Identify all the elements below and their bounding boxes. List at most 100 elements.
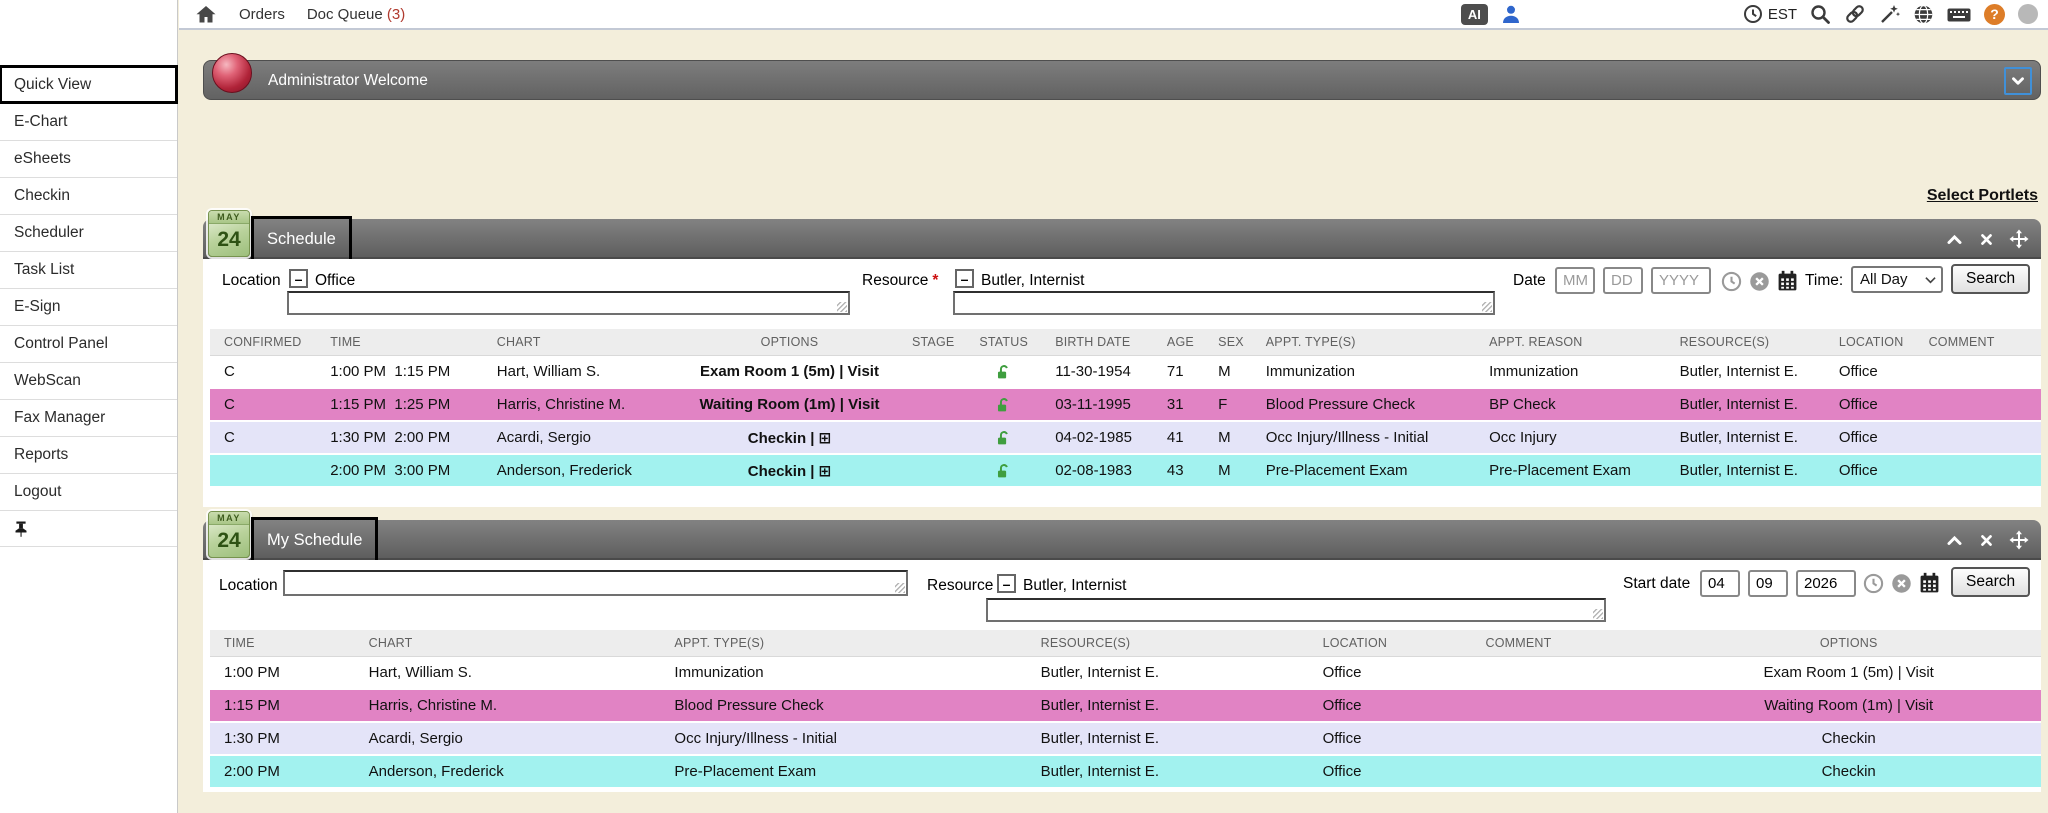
cell-options[interactable]: Checkin — [1656, 730, 2041, 747]
col-appt-types: APPT. TYPE(S) — [660, 636, 1026, 650]
unlocked-icon — [995, 429, 1012, 447]
my-schedule-search-button[interactable]: Search — [1951, 567, 2030, 597]
clock-icon[interactable] — [1743, 4, 1763, 24]
unlocked-icon — [995, 363, 1012, 381]
user-icon[interactable] — [1501, 4, 1521, 24]
date-day-input[interactable] — [1603, 267, 1643, 294]
table-row[interactable]: 1:15 PMHarris, Christine M.Blood Pressur… — [210, 690, 2041, 723]
location-input[interactable] — [283, 570, 908, 596]
sidebar-item-fax-manager[interactable]: Fax Manager — [0, 399, 177, 436]
start-date-day-input[interactable] — [1748, 570, 1788, 597]
schedule-search-button[interactable]: Search — [1951, 264, 2030, 294]
collapse-portlet-icon[interactable] — [1945, 230, 1964, 249]
cell-options[interactable]: Exam Room 1 (5m) | Visit — [679, 363, 901, 380]
cell-chart: Acardi, Sergio — [355, 730, 661, 747]
welcome-collapse-button[interactable] — [2004, 67, 2032, 95]
chevron-down-icon — [2009, 72, 2027, 90]
time-picker-icon[interactable] — [1863, 573, 1884, 594]
sidebar-pin-button[interactable] — [0, 510, 177, 547]
resource-input[interactable] — [953, 291, 1495, 315]
clear-date-icon[interactable] — [1891, 573, 1912, 594]
sidebar-item-checkin[interactable]: Checkin — [0, 177, 177, 214]
time-picker-icon[interactable] — [1721, 271, 1742, 292]
sidebar-item-scheduler[interactable]: Scheduler — [0, 214, 177, 251]
keyboard-icon[interactable] — [1947, 5, 1971, 23]
schedule-portlet-title[interactable]: Schedule — [251, 216, 352, 262]
my-schedule-portlet-title[interactable]: My Schedule — [251, 517, 378, 563]
help-icon[interactable]: ? — [1984, 4, 2005, 25]
nav-orders[interactable]: Orders — [239, 6, 285, 23]
sidebar-item-quick-view[interactable]: Quick View — [0, 66, 177, 103]
doc-queue-count: (3) — [387, 6, 405, 23]
location-input[interactable] — [287, 291, 850, 315]
time-select[interactable]: All Day — [1851, 266, 1943, 293]
cell-options[interactable]: Waiting Room (1m) | Visit — [679, 396, 901, 413]
cell-appt-reason: Occ Injury — [1475, 429, 1665, 446]
table-row[interactable]: 1:30 PMAcardi, SergioOcc Injury/Illness … — [210, 723, 2041, 756]
sidebar-item-e-sign[interactable]: E-Sign — [0, 288, 177, 325]
move-portlet-icon[interactable] — [2009, 530, 2029, 550]
doc-queue-label: Doc Queue — [307, 6, 383, 23]
ai-badge[interactable]: AI — [1461, 4, 1488, 25]
move-portlet-icon[interactable] — [2009, 229, 2029, 249]
cell-location: Office — [1825, 396, 1915, 413]
nav-doc-queue[interactable]: Doc Queue (3) — [307, 6, 405, 23]
resource-collapse-button[interactable]: – — [955, 269, 974, 288]
table-row[interactable]: 1:00 PMHart, William S.ImmunizationButle… — [210, 657, 2041, 690]
cell-options[interactable]: Checkin | ⊞ — [679, 429, 901, 447]
table-row[interactable]: 2:00 PMAnderson, FrederickPre-Placement … — [210, 756, 2041, 789]
cell-birth-date: 03-11-1995 — [1041, 396, 1153, 413]
clear-date-icon[interactable] — [1749, 271, 1770, 292]
sidebar-item-reports[interactable]: Reports — [0, 436, 177, 473]
cell-time: 1:15 PM — [210, 697, 355, 714]
close-portlet-icon[interactable] — [1978, 532, 1995, 549]
red-sphere-icon — [212, 53, 252, 93]
cell-options[interactable]: Exam Room 1 (5m) | Visit — [1656, 664, 2041, 681]
wand-icon[interactable] — [1879, 4, 1900, 25]
cell-options[interactable]: Waiting Room (1m) | Visit — [1656, 697, 2041, 714]
cell-age: 41 — [1153, 429, 1204, 446]
search-icon[interactable] — [1810, 4, 1831, 25]
sidebar-item-webscan[interactable]: WebScan — [0, 362, 177, 399]
col-time: TIME — [210, 636, 355, 650]
table-row[interactable]: C1:30 PM 2:00 PMAcardi, SergioCheckin | … — [210, 422, 2041, 455]
date-month-input[interactable] — [1555, 267, 1595, 294]
col-sex: SEX — [1204, 335, 1252, 349]
close-portlet-icon[interactable] — [1978, 231, 1995, 248]
cell-chart: Anderson, Frederick — [483, 462, 679, 479]
sidebar-item-e-chart[interactable]: E-Chart — [0, 103, 177, 140]
sidebar-item-logout[interactable]: Logout — [0, 473, 177, 510]
schedule-portlet-header: MAY 24 Schedule — [203, 219, 2041, 259]
resource-input[interactable] — [986, 598, 1606, 622]
cell-resources: Butler, Internist E. — [1027, 763, 1309, 780]
collapse-portlet-icon[interactable] — [1945, 531, 1964, 550]
location-value: Office — [315, 272, 355, 290]
cell-options[interactable]: Checkin | ⊞ — [679, 462, 901, 480]
table-row[interactable]: C1:15 PM 1:25 PMHarris, Christine M.Wait… — [210, 389, 2041, 422]
schedule-table-head: CONFIRMEDTIMECHARTOPTIONSSTAGESTATUSBIRT… — [210, 329, 2041, 356]
link-icon[interactable] — [1844, 3, 1866, 25]
resource-collapse-button[interactable]: – — [997, 574, 1016, 593]
cell-appt-types: Occ Injury/Illness - Initial — [1252, 429, 1475, 446]
table-row[interactable]: 2:00 PM 3:00 PMAnderson, FrederickChecki… — [210, 455, 2041, 488]
required-asterisk: * — [932, 272, 938, 289]
cell-confirmed: C — [210, 396, 316, 413]
location-collapse-button[interactable]: – — [289, 269, 308, 288]
sidebar-item-control-panel[interactable]: Control Panel — [0, 325, 177, 362]
table-row[interactable]: C1:00 PM 1:15 PMHart, William S.Exam Roo… — [210, 356, 2041, 389]
table-header-row: TIMECHARTAPPT. TYPE(S)RESOURCE(S)LOCATIO… — [210, 630, 2041, 657]
calendar-picker-icon[interactable] — [1777, 270, 1798, 292]
cell-options[interactable]: Checkin — [1656, 763, 2041, 780]
start-date-month-input[interactable] — [1700, 570, 1740, 597]
sidebar-item-task-list[interactable]: Task List — [0, 251, 177, 288]
home-icon[interactable] — [195, 4, 217, 24]
calendar-picker-icon[interactable] — [1919, 572, 1940, 594]
col-confirmed: CONFIRMED — [210, 335, 316, 349]
start-date-year-input[interactable] — [1796, 570, 1856, 597]
globe-icon[interactable] — [1913, 4, 1934, 25]
my-schedule-table-head: TIMECHARTAPPT. TYPE(S)RESOURCE(S)LOCATIO… — [210, 630, 2041, 657]
date-year-input[interactable] — [1651, 267, 1711, 294]
select-portlets-link[interactable]: Select Portlets — [1927, 187, 2038, 205]
welcome-bar: Administrator Welcome — [203, 60, 2041, 100]
sidebar-item-esheets[interactable]: eSheets — [0, 140, 177, 177]
